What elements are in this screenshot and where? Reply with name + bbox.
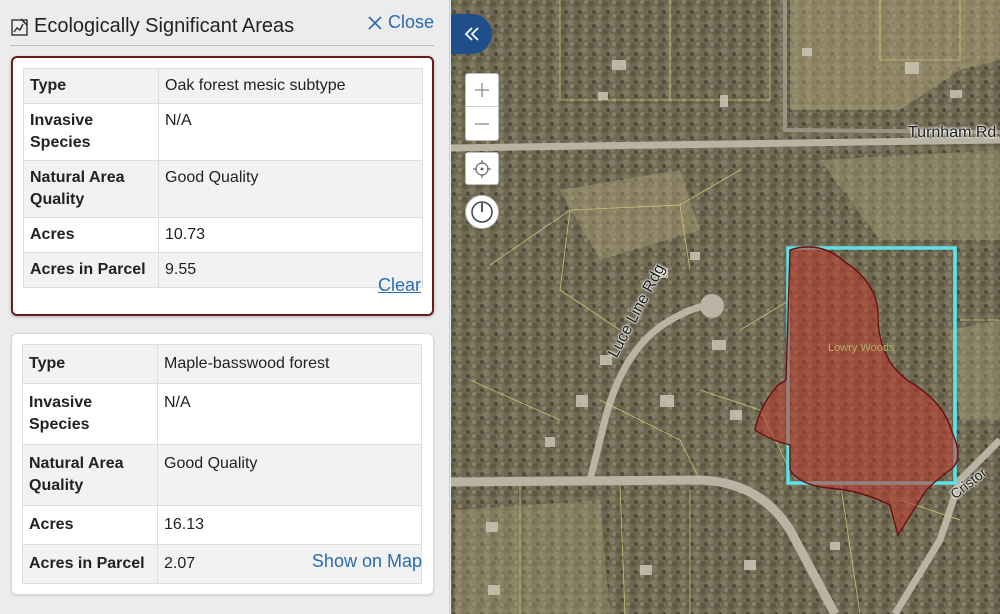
table-row: Acres in Parcel 9.55 — [23, 252, 423, 288]
road-label-turnham: Turnham Rd — [908, 124, 997, 141]
side-panel: Ecologically Significant Areas Close Typ… — [0, 0, 450, 614]
minus-icon — [475, 122, 489, 125]
attribute-table: Type Oak forest mesic subtype Invasive S… — [23, 68, 423, 288]
row-label: Natural Area Quality — [23, 160, 159, 218]
compass-icon — [471, 201, 493, 223]
row-value: 10.73 — [158, 217, 423, 253]
row-value: Good Quality — [158, 160, 423, 218]
row-value: Oak forest mesic subtype — [158, 68, 423, 104]
close-button[interactable]: Close — [368, 12, 434, 33]
panel-title: Ecologically Significant Areas — [34, 15, 295, 37]
row-label: Natural Area Quality — [22, 444, 158, 506]
row-label: Type — [23, 68, 159, 104]
table-row: Invasive Species N/A — [23, 103, 423, 161]
table-row: Natural Area Quality Good Quality — [22, 444, 422, 506]
row-label: Type — [22, 344, 158, 384]
table-row: Acres 10.73 — [23, 217, 423, 253]
chart-edit-icon — [11, 17, 28, 36]
row-label: Invasive Species — [23, 103, 159, 161]
plus-icon — [475, 83, 489, 97]
row-value: 16.13 — [157, 505, 422, 545]
zoom-controls — [465, 73, 499, 141]
attribute-table: Type Maple-basswood forest Invasive Spec… — [22, 344, 422, 584]
map-view[interactable]: Turnham Rd Luce Line Rdg Cristor Lowry W… — [451, 0, 1000, 614]
table-row: Type Oak forest mesic subtype — [23, 68, 423, 104]
row-value: Maple-basswood forest — [157, 344, 422, 384]
zoom-out-button[interactable] — [466, 107, 498, 140]
row-value: Good Quality — [157, 444, 422, 506]
area-label-lowry-woods: Lowry Woods — [828, 342, 895, 354]
locate-button[interactable] — [465, 152, 499, 185]
crosshair-icon — [473, 159, 491, 178]
double-chevron-left-icon — [464, 27, 479, 41]
row-label: Invasive Species — [22, 383, 158, 445]
panel-header: Ecologically Significant Areas Close — [10, 8, 434, 46]
show-on-map-link[interactable]: Show on Map — [312, 551, 422, 572]
row-label: Acres — [23, 217, 159, 253]
row-label: Acres — [22, 505, 158, 545]
esa-card-selected[interactable]: Type Oak forest mesic subtype Invasive S… — [11, 56, 434, 316]
row-value: N/A — [158, 103, 423, 161]
close-icon — [368, 15, 382, 30]
clear-link[interactable]: Clear — [378, 275, 421, 296]
close-label: Close — [387, 12, 434, 32]
table-row: Invasive Species N/A — [22, 383, 422, 445]
zoom-in-button[interactable] — [466, 74, 498, 107]
esa-card[interactable]: Type Maple-basswood forest Invasive Spec… — [11, 333, 434, 595]
row-value: N/A — [157, 383, 422, 445]
table-row: Acres 16.13 — [22, 505, 422, 545]
collapse-panel-button[interactable] — [451, 14, 492, 54]
row-label: Acres in Parcel — [23, 252, 159, 288]
compass-button[interactable] — [465, 195, 499, 229]
table-row: Type Maple-basswood forest — [22, 344, 422, 384]
aerial-imagery — [451, 0, 1000, 614]
row-label: Acres in Parcel — [22, 544, 158, 584]
table-row: Natural Area Quality Good Quality — [23, 160, 423, 218]
